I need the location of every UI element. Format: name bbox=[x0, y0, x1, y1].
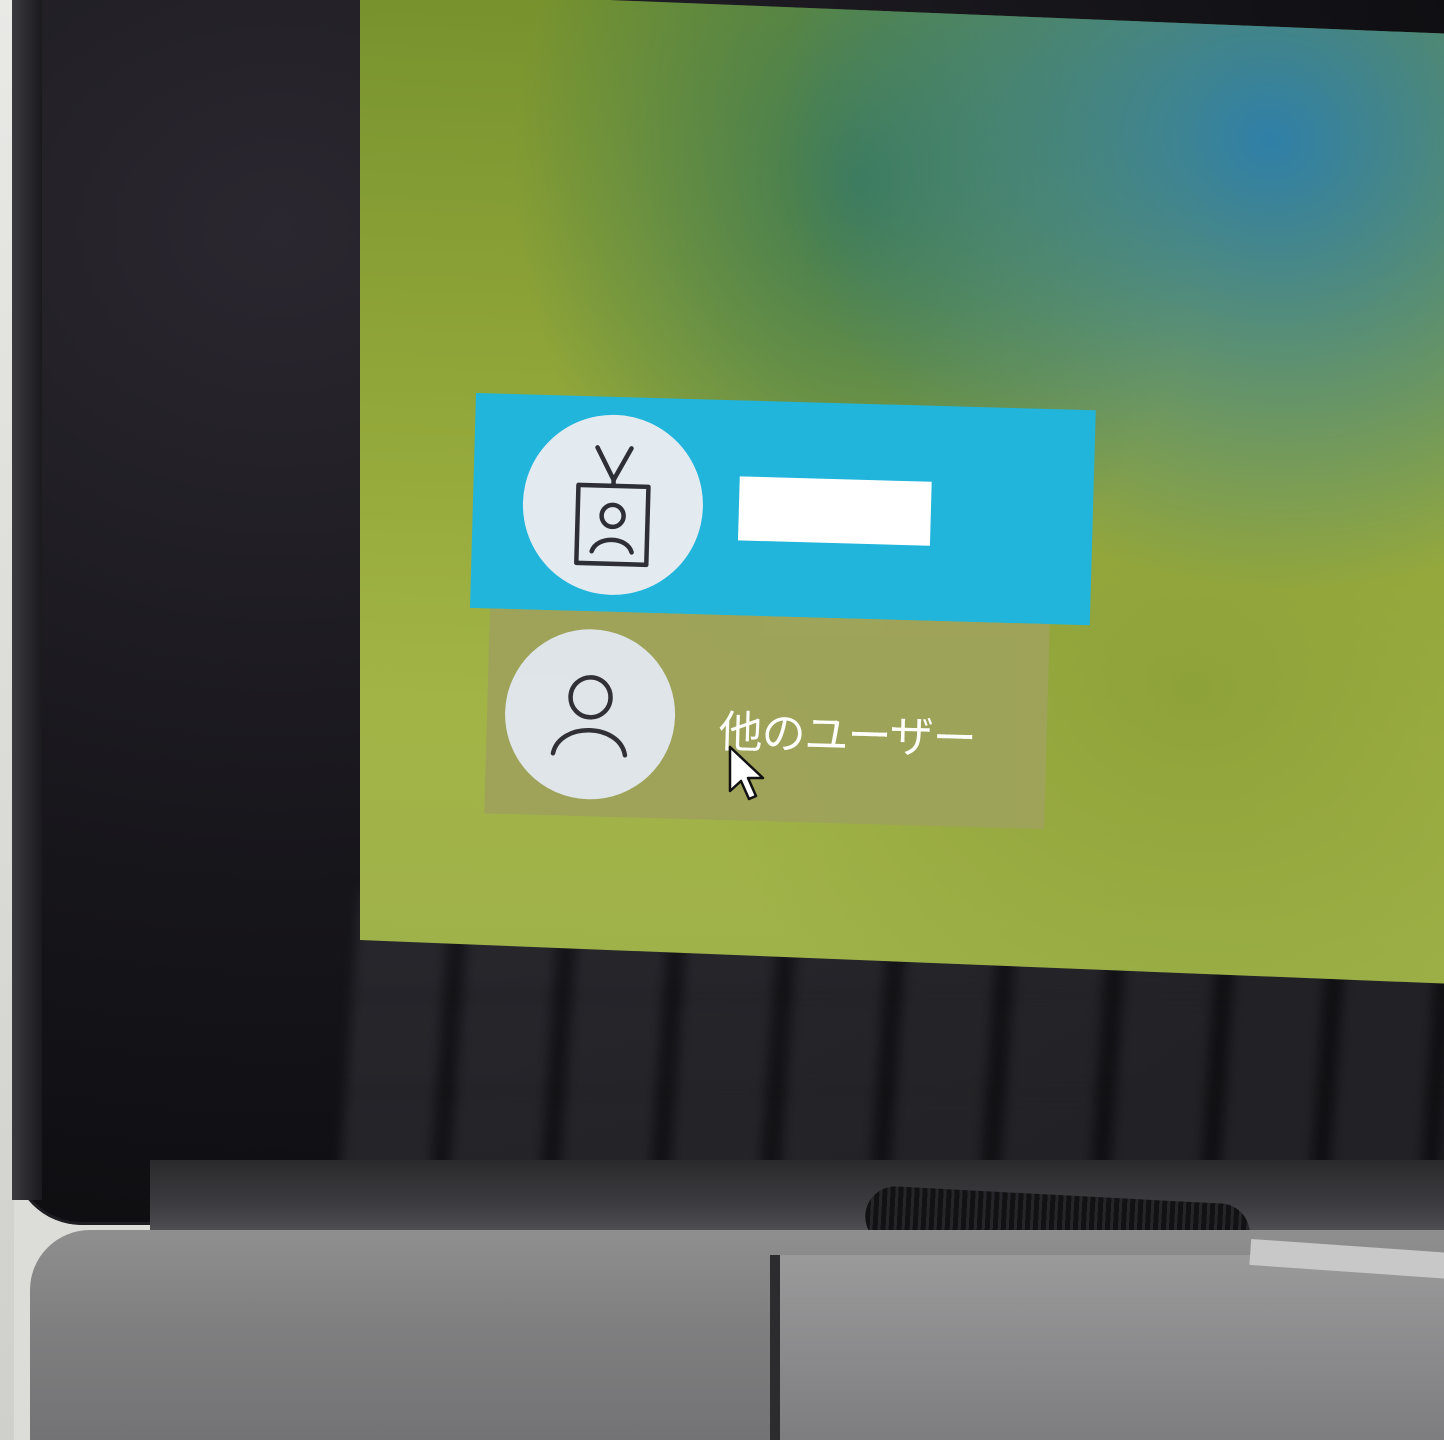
person-outline-icon bbox=[502, 626, 678, 802]
user-tile-current[interactable] bbox=[469, 393, 1096, 626]
id-badge-user-icon bbox=[520, 411, 706, 597]
user-tile-other-user[interactable]: 他のユーザー bbox=[484, 608, 1050, 830]
user-name-redacted bbox=[738, 475, 932, 546]
bezel-edge bbox=[12, 0, 42, 1200]
mouse-cursor-icon bbox=[728, 745, 765, 801]
photo: 他のユーザー bbox=[0, 0, 1444, 1440]
laptop-base-lip bbox=[770, 1255, 1444, 1440]
user-switcher-list: 他のユーザー bbox=[464, 393, 1096, 830]
